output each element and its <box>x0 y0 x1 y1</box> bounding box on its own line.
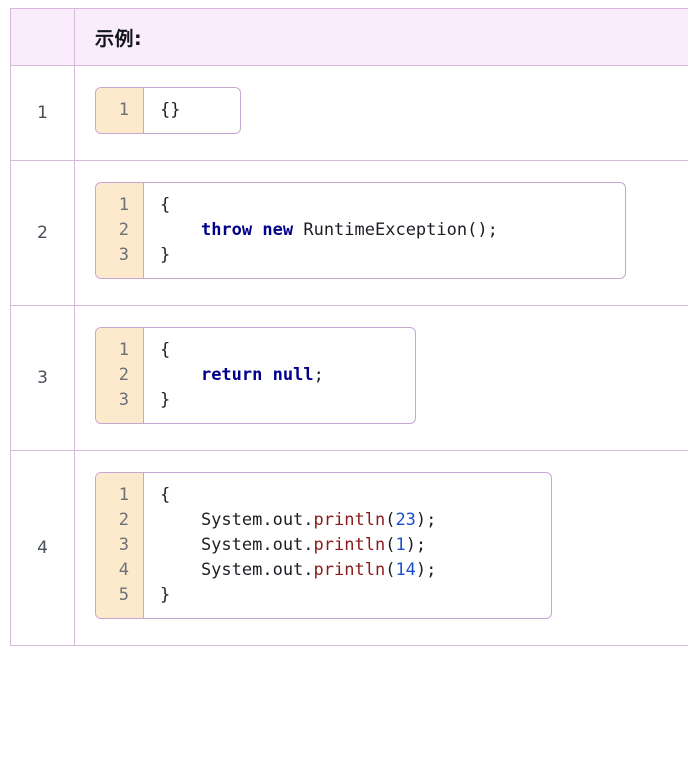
line-number: 1 <box>118 340 129 360</box>
code-token-fn: println <box>313 535 386 555</box>
table-header-row: 示例: <box>10 8 688 66</box>
code-block[interactable]: 1 2 3 4 5{ System.out.println(23); System.ou… <box>95 472 552 619</box>
code-token-pl: {} <box>160 100 181 120</box>
code-token-kw: null <box>272 365 314 385</box>
code-text-area[interactable]: { return null;} <box>144 328 338 423</box>
code-block[interactable]: 1 2 3 { throw new RuntimeException();} <box>95 182 626 279</box>
code-token-pl: System.out. <box>160 535 314 555</box>
example-cell: 1 2 3 { throw new RuntimeException();} <box>74 160 688 306</box>
code-token-pl: } <box>160 390 171 410</box>
example-cell: 1 {} <box>74 65 688 161</box>
code-token-num: 23 <box>395 510 416 530</box>
column-header-index <box>10 8 75 66</box>
code-token-pl: { <box>160 340 171 360</box>
column-header-examples: 示例: <box>74 8 688 66</box>
line-number-gutter: 1 <box>96 88 144 133</box>
code-line: { <box>160 193 498 218</box>
code-line: { <box>160 483 436 508</box>
example-cell: 1 2 3 { return null;} <box>74 305 688 451</box>
code-token-pl: { <box>160 485 171 505</box>
code-token-fn: println <box>313 560 386 580</box>
code-block[interactable]: 1 {} <box>95 87 241 134</box>
code-token-pl: } <box>160 245 171 265</box>
code-token-kw: return <box>200 365 263 385</box>
line-number: 2 <box>118 510 129 530</box>
code-line: } <box>160 388 324 413</box>
code-token-pl: ( <box>385 535 396 555</box>
code-token-num: 14 <box>395 560 416 580</box>
row-index-cell: 3 <box>10 305 75 451</box>
table-row: 1 1 {} <box>10 65 688 161</box>
line-number: 3 <box>118 245 129 265</box>
code-token-pl: ; <box>313 365 324 385</box>
code-line: return null; <box>160 363 324 388</box>
code-line: } <box>160 583 436 608</box>
table-body: 1 1{} 2 1 2 3{ throw new RuntimeException();}… <box>10 65 688 646</box>
code-line: System.out.println(23); <box>160 508 436 533</box>
code-token-pl: ( <box>385 560 396 580</box>
line-number: 1 <box>118 100 129 120</box>
code-token-pl: { <box>160 195 171 215</box>
row-index-cell: 4 <box>10 450 75 646</box>
page-title: 示例: <box>95 27 143 50</box>
code-token-pl: } <box>160 585 171 605</box>
table-row: 4 1 2 3 4 5{ System.out.println(23); System.o… <box>10 450 688 646</box>
code-token-kw: throw <box>200 220 253 240</box>
code-block-inner: 1 2 3 4 5{ System.out.println(23); System.ou… <box>96 473 551 618</box>
code-line: } <box>160 243 498 268</box>
table-head: 示例: <box>10 8 688 66</box>
line-number: 1 <box>118 195 129 215</box>
code-line: {} <box>160 98 180 123</box>
table-row: 2 1 2 3 { throw new RuntimeException();} <box>10 160 688 306</box>
code-text-area[interactable]: { throw new RuntimeException();} <box>144 183 512 278</box>
code-token-pl: RuntimeException(); <box>293 220 498 240</box>
code-token-pl: System.out. <box>160 510 314 530</box>
line-number: 1 <box>118 485 129 505</box>
line-number: 5 <box>118 585 129 605</box>
line-number: 2 <box>118 220 129 240</box>
code-block-inner: 1 2 3 { throw new RuntimeException();} <box>96 183 625 278</box>
line-number: 3 <box>118 390 129 410</box>
line-number-gutter: 1 2 3 <box>96 183 144 278</box>
code-token-pl: System.out. <box>160 560 314 580</box>
code-block[interactable]: 1 2 3 { return null;} <box>95 327 416 424</box>
examples-table: 示例: 1 1{} 2 1 2 3{ throw new RuntimeException… <box>10 8 688 646</box>
line-number-gutter: 1 2 3 <box>96 328 144 423</box>
row-index-cell: 2 <box>10 160 75 306</box>
code-line: System.out.println(1); <box>160 533 436 558</box>
code-token-pl: ); <box>405 535 427 555</box>
code-line: { <box>160 338 324 363</box>
code-token-num: 1 <box>395 535 406 555</box>
code-token-pl: ); <box>415 510 437 530</box>
code-text-area[interactable]: {} <box>144 88 194 133</box>
row-index-cell: 1 <box>10 65 75 161</box>
code-token-fn: println <box>313 510 386 530</box>
code-line: throw new RuntimeException(); <box>160 218 498 243</box>
table-row: 3 1 2 3 { return null;} <box>10 305 688 451</box>
line-number-gutter: 1 2 3 4 5 <box>96 473 144 618</box>
code-text-area[interactable]: { System.out.println(23); System.out.pri… <box>144 473 450 618</box>
line-number: 3 <box>118 535 129 555</box>
code-token-pl: ); <box>415 560 437 580</box>
code-token-pl: ( <box>385 510 396 530</box>
line-number: 2 <box>118 365 129 385</box>
example-cell: 1 2 3 4 5{ System.out.println(23); System.ou… <box>74 450 688 646</box>
code-block-inner: 1 2 3 { return null;} <box>96 328 415 423</box>
code-line: System.out.println(14); <box>160 558 436 583</box>
code-block-inner: 1 {} <box>96 88 240 133</box>
line-number: 4 <box>118 560 129 580</box>
code-token-kw: new <box>262 220 294 240</box>
